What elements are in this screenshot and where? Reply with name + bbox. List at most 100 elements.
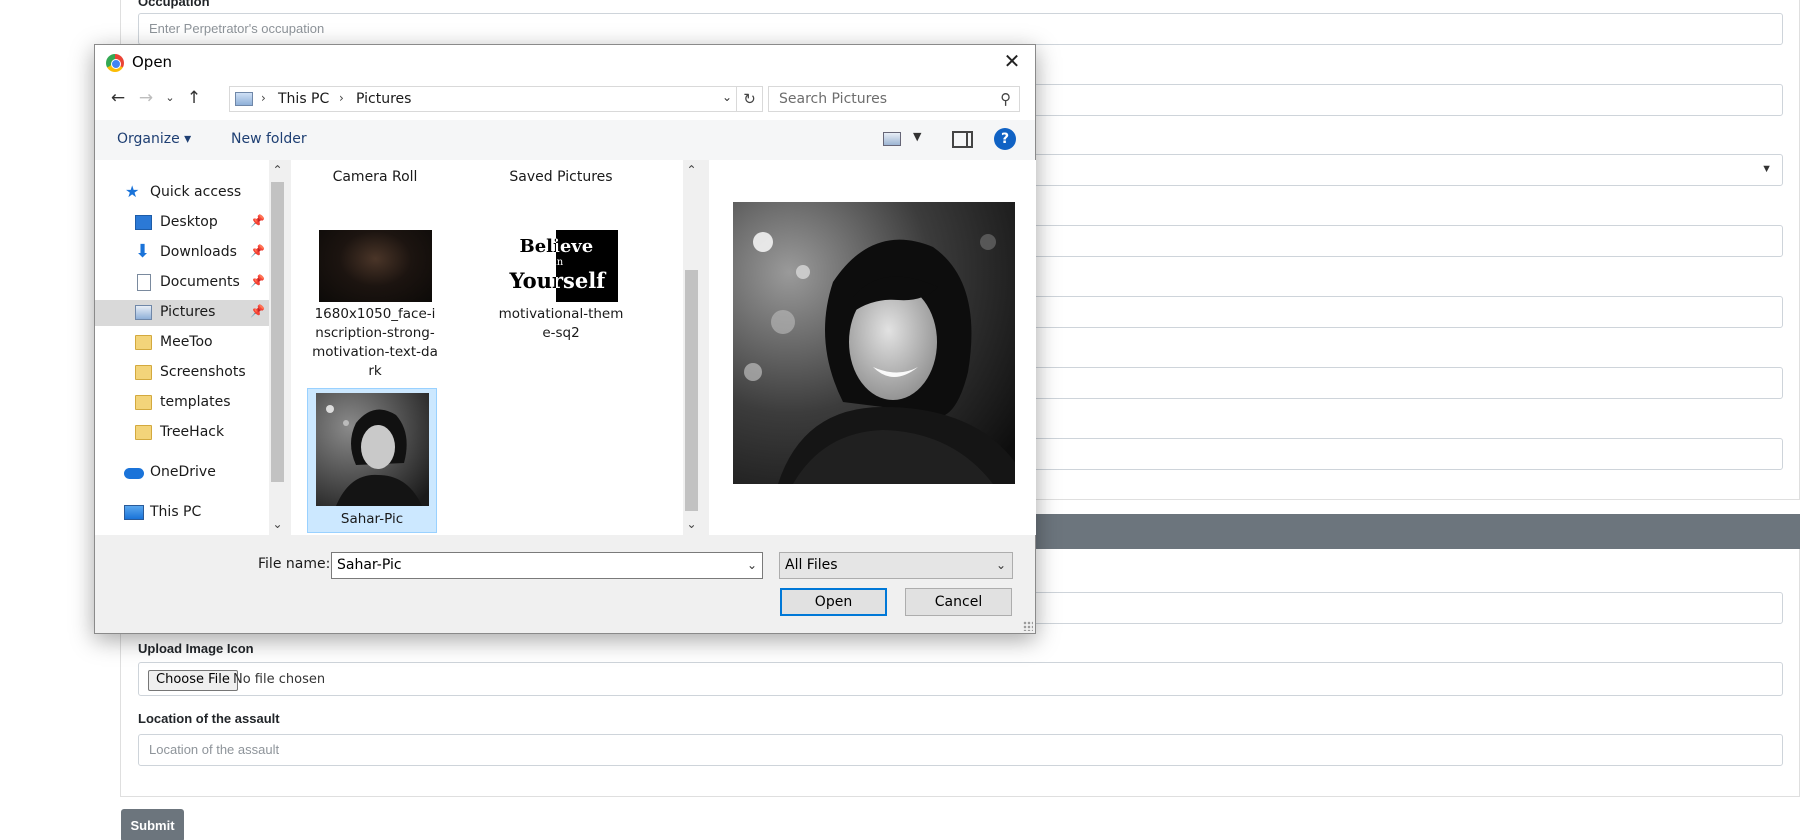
scroll-down-icon[interactable]: ⌄ [269, 516, 286, 533]
nav-item-this-pc[interactable]: This PC [95, 500, 269, 526]
nav-item-pictures[interactable]: Pictures 📌 [95, 300, 269, 326]
nav-item-meetoo[interactable]: MeeToo [95, 330, 269, 356]
nav-label: Documents [160, 274, 240, 290]
location-input[interactable]: Location of the assault [138, 734, 1783, 766]
nav-label: Screenshots [160, 364, 246, 380]
file-item[interactable]: 1680x1050_face-inscription-strong-motiva… [310, 230, 440, 381]
download-icon: ⬇ [135, 241, 151, 262]
up-arrow-icon[interactable]: ↑ [183, 87, 205, 109]
new-folder-button[interactable]: New folder [231, 131, 307, 147]
form-input-4[interactable] [1030, 296, 1783, 328]
file-name-input[interactable]: Sahar-Pic [337, 557, 402, 573]
desktop-icon [135, 215, 152, 230]
nav-item-desktop[interactable]: Desktop 📌 [95, 210, 269, 236]
organize-menu[interactable]: Organize ▾ [117, 131, 191, 147]
file-name: 1680x1050_face-inscription-strong-motiva… [312, 306, 438, 379]
folder-camera-roll[interactable]: Camera Roll [310, 169, 440, 185]
file-list-scrollbar[interactable]: ⌃ ⌄ [683, 160, 700, 535]
breadcrumb-this-pc[interactable]: This PC [278, 91, 329, 107]
pictures-location-icon [235, 92, 253, 106]
nav-item-downloads[interactable]: ⬇ Downloads 📌 [95, 240, 269, 266]
form-input-6[interactable] [1030, 438, 1783, 470]
pin-icon[interactable]: 📌 [250, 304, 265, 318]
preview-image [733, 202, 1015, 484]
submit-button[interactable]: Submit [121, 809, 184, 840]
scroll-up-icon[interactable]: ⌃ [269, 162, 286, 179]
change-view-icon[interactable] [883, 132, 901, 146]
scroll-up-icon[interactable]: ⌃ [683, 162, 700, 179]
address-dropdown-chevron-icon[interactable]: ⌄ [722, 90, 732, 104]
nav-label: Desktop [160, 214, 218, 230]
file-type-value: All Files [785, 557, 838, 573]
back-arrow-icon[interactable]: ← [107, 87, 129, 109]
file-item-selected[interactable]: Sahar-Pic [307, 388, 437, 533]
search-input[interactable]: Search Pictures [779, 91, 887, 107]
nav-item-documents[interactable]: Documents 📌 [95, 270, 269, 296]
file-thumbnail [315, 393, 429, 506]
cancel-button[interactable]: Cancel [905, 588, 1012, 616]
nav-item-onedrive[interactable]: OneDrive [95, 460, 269, 486]
navigation-bar: ← → ⌄ ↑ › This PC › Pictures ⌄ ↻ Search … [95, 78, 1035, 120]
view-options-chevron-icon[interactable]: ▼ [913, 130, 921, 143]
scrollbar-thumb[interactable] [271, 182, 284, 482]
cloud-icon [124, 468, 144, 479]
file-thumbnail [318, 230, 432, 302]
nav-item-templates[interactable]: templates [95, 390, 269, 416]
forward-arrow-icon[interactable]: → [135, 87, 157, 109]
file-item[interactable]: Believe in Yourself motivational-theme-s… [496, 230, 626, 343]
address-bar[interactable]: › This PC › Pictures ⌄ [229, 86, 737, 112]
folder-saved-pictures[interactable]: Saved Pictures [496, 169, 626, 185]
nav-label: Quick access [150, 184, 242, 200]
nav-item-treehack[interactable]: TreeHack [95, 420, 269, 446]
open-button[interactable]: Open [780, 588, 887, 616]
nav-label: This PC [150, 504, 202, 520]
resize-grip-icon[interactable] [1023, 621, 1033, 631]
nav-pane-scrollbar[interactable]: ⌃ ⌄ [269, 160, 286, 535]
nav-item-quick-access[interactable]: ★ Quick access [95, 180, 269, 206]
scrollbar-thumb[interactable] [685, 270, 698, 511]
file-type-chevron-icon: ⌄ [995, 558, 1006, 572]
form-input-2[interactable] [1030, 84, 1783, 116]
file-thumbnail: Believe in Yourself [504, 230, 618, 302]
form-input-5[interactable] [1030, 367, 1783, 399]
folder-icon [135, 395, 152, 410]
scroll-down-icon[interactable]: ⌄ [683, 516, 700, 533]
folder-icon [135, 365, 152, 380]
sahar-pic-preview-image [733, 202, 1015, 484]
thumbnail-text: Believe [519, 236, 594, 257]
form-select[interactable]: ▼ [1030, 154, 1783, 186]
form-input-7[interactable] [1030, 592, 1783, 624]
section-header-bar [1030, 514, 1800, 549]
nav-label: Pictures [160, 304, 216, 320]
refresh-icon[interactable]: ↻ [737, 86, 763, 112]
breadcrumb-separator-icon: › [339, 91, 344, 105]
pin-icon[interactable]: 📌 [250, 274, 265, 288]
breadcrumb-separator-icon: › [261, 91, 266, 105]
close-icon[interactable]: ✕ [989, 45, 1035, 78]
star-icon: ★ [125, 182, 140, 201]
chrome-icon [106, 54, 124, 72]
file-name-dropdown-chevron-icon[interactable]: ⌄ [747, 558, 757, 572]
thumbnail-text: Yourself [509, 268, 606, 293]
no-file-text: No file chosen [233, 672, 326, 687]
file-name-combobox[interactable]: Sahar-Pic ⌄ [331, 552, 763, 579]
location-label: Location of the assault [138, 711, 280, 726]
preview-pane-icon[interactable] [952, 131, 973, 148]
occupation-input[interactable]: Enter Perpetrator's occupation [138, 13, 1783, 45]
pictures-icon [135, 305, 152, 320]
choose-file-button[interactable]: Choose File [148, 670, 238, 691]
nav-item-screenshots[interactable]: Screenshots [95, 360, 269, 386]
help-icon[interactable]: ? [994, 128, 1016, 150]
sahar-pic-thumbnail-image [315, 393, 429, 506]
breadcrumb-pictures[interactable]: Pictures [356, 91, 411, 107]
open-file-dialog: Open ✕ ← → ⌄ ↑ › This PC › Pictures ⌄ ↻ … [94, 44, 1036, 634]
file-type-select[interactable]: All Files ⌄ [779, 552, 1013, 579]
nav-label: OneDrive [150, 464, 216, 480]
form-input-3[interactable] [1030, 225, 1783, 257]
pin-icon[interactable]: 📌 [250, 214, 265, 228]
recent-locations-chevron-icon[interactable]: ⌄ [159, 87, 181, 109]
upload-image-input[interactable]: Choose File No file chosen [138, 662, 1783, 696]
dialog-toolbar: Organize ▾ New folder ▼ ? [95, 120, 1035, 160]
search-box[interactable]: Search Pictures ⚲ [768, 86, 1020, 112]
pin-icon[interactable]: 📌 [250, 244, 265, 258]
